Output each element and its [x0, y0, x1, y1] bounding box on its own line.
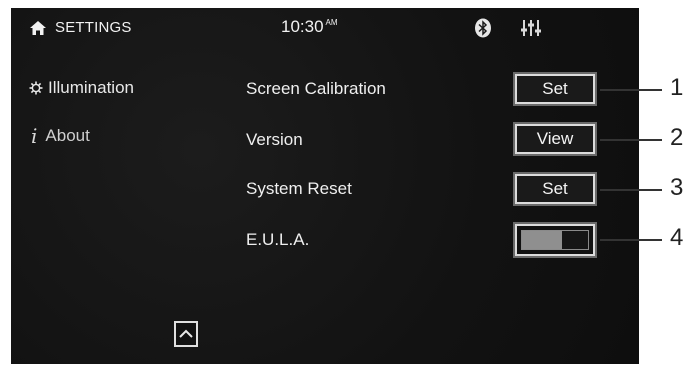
bluetooth-icon — [475, 18, 491, 38]
toggle-off-segment — [561, 231, 588, 249]
toggle-track — [521, 230, 589, 250]
screen-calibration-label: Screen Calibration — [246, 79, 386, 98]
settings-screen: SETTINGS 10:30 AM Illumination i About S… — [11, 8, 639, 364]
sidebar-item-label: Illumination — [48, 78, 134, 97]
callout-line-2 — [600, 139, 662, 141]
callout-line-3 — [600, 189, 662, 191]
callout-number-3: 3 — [670, 174, 684, 201]
system-reset-set-button[interactable]: Set — [513, 172, 597, 206]
callout-number-1: 1 — [670, 74, 684, 101]
sidebar-item-label: About — [45, 126, 90, 145]
eula-toggle[interactable] — [513, 222, 597, 258]
toggle-on-segment — [522, 231, 562, 249]
chevron-up-icon — [179, 329, 193, 338]
status-bar: SETTINGS 10:30 AM — [11, 8, 639, 48]
system-reset-label: System Reset — [246, 179, 352, 198]
gear-icon — [29, 81, 43, 95]
info-icon: i — [31, 124, 38, 148]
clock-time: 10:30 — [281, 17, 324, 36]
callout-number-4: 4 — [670, 224, 684, 251]
home-icon[interactable] — [29, 20, 47, 36]
screen-calibration-set-button[interactable]: Set — [513, 72, 597, 106]
sidebar-item-about[interactable]: i About — [29, 124, 90, 148]
version-label: Version — [246, 130, 303, 149]
screen-title: SETTINGS — [55, 19, 132, 36]
scroll-up-button[interactable] — [174, 321, 198, 347]
callout-number-2: 2 — [670, 124, 684, 151]
sidebar-item-illumination[interactable]: Illumination — [29, 78, 134, 98]
callout-line-4 — [600, 239, 662, 241]
version-view-button[interactable]: View — [513, 122, 597, 156]
callout-line-1 — [600, 89, 662, 91]
clock-ampm: AM — [325, 18, 338, 28]
equalizer-icon[interactable] — [520, 19, 542, 37]
eula-label: E.U.L.A. — [246, 230, 310, 249]
clock: 10:30 AM — [281, 17, 338, 37]
